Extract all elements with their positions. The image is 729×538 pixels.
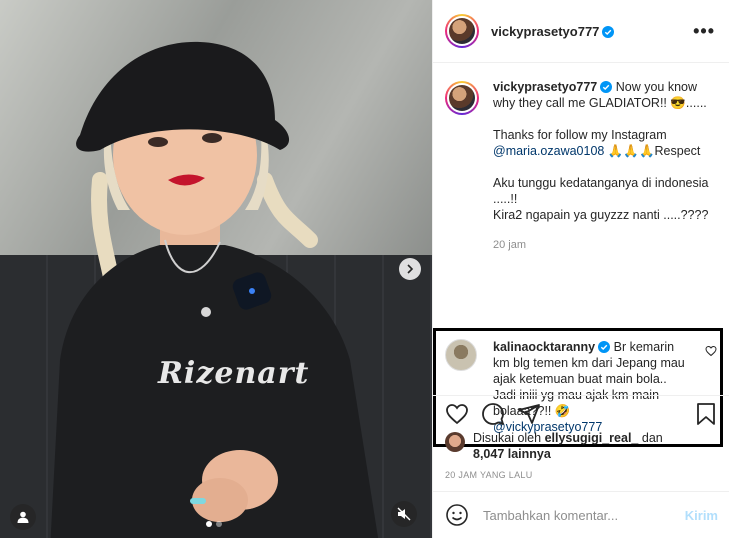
caption-timestamp[interactable]: 20 jam (493, 237, 713, 253)
chevron-right-icon (407, 264, 414, 274)
liker-avatar[interactable] (445, 432, 465, 452)
post-sidebar: vickyprasetyo777 ••• vickyprasetyo777 No… (432, 0, 729, 538)
comments-list: vickyprasetyo777 Now you know why they c… (433, 63, 729, 447)
comment-like-heart-icon[interactable] (705, 345, 717, 357)
add-comment-bar: Kirim (433, 491, 729, 538)
verified-badge-icon (600, 81, 613, 93)
author-avatar[interactable] (445, 14, 479, 48)
emoji-smiley-icon[interactable] (445, 503, 469, 527)
person-photo (50, 41, 379, 538)
post-header: vickyprasetyo777 ••• (433, 0, 729, 63)
caption-text: vickyprasetyo777 Now you know why they c… (493, 79, 713, 253)
carousel-next-button[interactable] (399, 258, 421, 280)
post-caption: vickyprasetyo777 Now you know why they c… (445, 79, 717, 253)
send-comment-button[interactable]: Kirim (685, 508, 718, 523)
shirt-print-text: Rizenart (158, 356, 310, 391)
post-date[interactable]: 20 JAM YANG LALU (445, 470, 533, 480)
post-media[interactable]: Rizenart (0, 0, 432, 538)
comment-avatar[interactable] (445, 339, 477, 371)
carousel-dot (216, 521, 222, 527)
caption-username[interactable]: vickyprasetyo777 (493, 80, 597, 94)
likes-summary: Disukai oleh ellysugigi_real_ dan 8,047 … (445, 430, 720, 462)
more-options-icon[interactable]: ••• (693, 21, 715, 42)
like-heart-icon[interactable] (445, 402, 469, 426)
bookmark-save-icon[interactable] (694, 402, 718, 426)
share-send-icon[interactable] (517, 402, 541, 426)
mute-toggle-button[interactable] (391, 501, 417, 527)
tagged-users-button[interactable] (10, 504, 36, 530)
likes-count-link[interactable]: 8,047 lainnya (473, 447, 551, 461)
caption-avatar[interactable] (445, 81, 479, 115)
caption-mention-link[interactable]: @maria.ozawa0108 (493, 144, 604, 158)
comment-input[interactable] (483, 507, 663, 523)
verified-badge-icon (602, 25, 615, 38)
user-icon (17, 511, 29, 523)
carousel-dot-active (206, 521, 212, 527)
liker-username[interactable]: ellysugigi_real_ (545, 431, 639, 445)
verified-badge-icon (598, 341, 611, 353)
post-actions-bar (433, 395, 729, 431)
comment-bubble-icon[interactable] (481, 402, 505, 426)
speaker-muted-icon (397, 507, 411, 521)
carousel-indicator (206, 521, 222, 527)
comment-username[interactable]: kalinaocktaranny (493, 340, 595, 354)
author-username[interactable]: vickyprasetyo777 (491, 24, 615, 39)
